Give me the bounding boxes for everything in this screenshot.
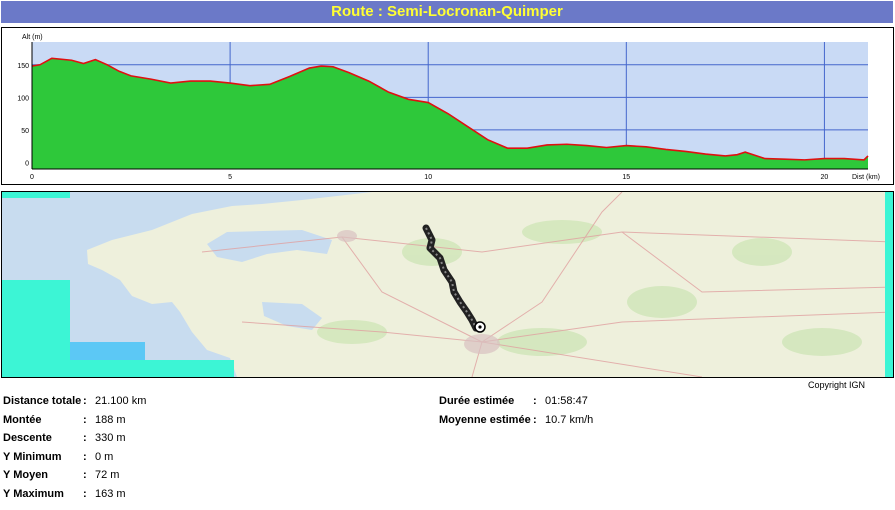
city-area	[464, 334, 500, 354]
stat-label: Y Maximum	[3, 488, 64, 500]
elevation-profile-chart: 0 50 100 150 0 5 10 15 20 Alt (m) Dist (km)	[1, 27, 894, 185]
stat-colon: :	[533, 414, 537, 426]
stat-label: Moyenne estimée	[439, 414, 531, 426]
x-tick-label: 15	[622, 174, 630, 181]
y-tick-label: 0	[25, 160, 29, 167]
map-tile-gap	[2, 192, 70, 198]
stat-value: 10.7 km/h	[545, 414, 594, 426]
stat-value: 72 m	[95, 469, 120, 481]
x-axis-label: Dist (km)	[852, 174, 880, 181]
stat-value: 163 m	[95, 488, 126, 500]
map-copyright: Copyright IGN	[807, 380, 865, 390]
stat-label: Y Minimum	[3, 451, 62, 463]
y-tick-label: 150	[17, 63, 29, 70]
stat-label: Durée estimée	[439, 395, 515, 407]
stat-colon: :	[83, 451, 87, 463]
map-tile-gap	[70, 342, 145, 360]
map-tile-gap	[885, 192, 893, 377]
page-title: Route : Semi-Locronan-Quimper	[1, 1, 893, 23]
x-tick-label: 10	[424, 174, 432, 181]
x-tick-label: 5	[228, 174, 232, 181]
stat-colon: :	[83, 432, 87, 444]
x-tick-label: 0	[30, 174, 34, 181]
stat-label: Distance totale	[3, 395, 82, 407]
stat-label: Descente	[3, 432, 52, 444]
stat-colon: :	[83, 488, 87, 500]
stats-right: Durée estimée : 01:58:47 Moyenne estimée…	[439, 392, 739, 432]
stat-value: 188 m	[95, 414, 126, 426]
x-tick-label: 20	[821, 174, 829, 181]
elevation-profile-svg: 0 50 100 150 0 5 10 15 20 Alt (m) Dist (km)	[17, 34, 880, 181]
stats-left: Distance totale : 21.100 km Montée : 188…	[3, 392, 423, 507]
town-area	[337, 230, 357, 242]
y-tick-label: 100	[17, 95, 29, 102]
y-tick-label: 50	[21, 128, 29, 135]
map-tile-gap	[70, 360, 234, 377]
map-tile-gap	[2, 280, 70, 377]
stat-colon: :	[83, 469, 87, 481]
stat-colon: :	[533, 395, 537, 407]
stat-value: 330 m	[95, 432, 126, 444]
route-map[interactable]	[1, 191, 894, 378]
y-axis-label: Alt (m)	[22, 34, 43, 41]
stat-value: 0 m	[95, 451, 114, 463]
stat-value: 01:58:47	[545, 395, 588, 407]
stat-colon: :	[83, 414, 87, 426]
stat-label: Y Moyen	[3, 469, 49, 481]
map-svg	[2, 192, 893, 377]
stat-value: 21.100 km	[95, 395, 147, 407]
stat-colon: :	[83, 395, 87, 407]
stat-label: Montée	[3, 414, 42, 426]
